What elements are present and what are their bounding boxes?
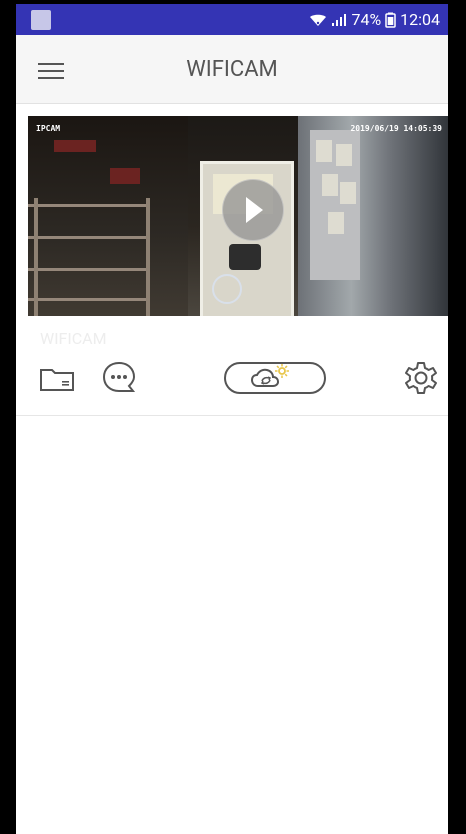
bulletin-board [310, 130, 360, 280]
signal-icon [332, 13, 347, 26]
cloud-button[interactable] [223, 357, 327, 399]
play-icon [246, 197, 263, 223]
red-box [54, 140, 96, 152]
phone-screen: 74% 12:04 WIFICAM IPCAM 2019/06/19 14:05… [16, 4, 448, 834]
camera-preview[interactable]: IPCAM 2019/06/19 14:05:39 [28, 116, 448, 316]
page-title: WIFICAM [186, 57, 278, 82]
files-button[interactable] [36, 357, 78, 399]
status-bar: 74% 12:04 [16, 4, 448, 35]
empty-content-area [16, 416, 448, 834]
camera-name: WIFICAM [40, 329, 107, 348]
chair [229, 244, 261, 270]
shelf-1 [28, 204, 148, 207]
room-right-wall [298, 116, 448, 316]
chat-icon [102, 361, 136, 392]
camera-toolbar [16, 357, 448, 413]
paper-note [328, 212, 344, 234]
battery-icon [385, 12, 396, 28]
red-box [110, 168, 140, 184]
shelf-2 [28, 236, 148, 239]
app-bar: WIFICAM [16, 35, 448, 104]
shelf-post [146, 198, 150, 316]
video-timestamp: 2019/06/19 14:05:39 [350, 124, 442, 133]
notification-icon [31, 10, 51, 30]
shelf-3 [28, 268, 148, 271]
cloud-weather-icon [224, 362, 326, 394]
paper-note [336, 144, 352, 166]
wifi-icon [310, 14, 327, 26]
shelf-4 [28, 298, 148, 301]
shelf-post [34, 198, 38, 316]
message-button[interactable] [98, 357, 140, 399]
play-button[interactable] [222, 179, 284, 241]
paper-note [340, 182, 356, 204]
settings-icon [405, 362, 437, 394]
paper-note [316, 140, 332, 162]
room-left-shelves [28, 116, 188, 316]
fan [212, 274, 242, 304]
paper-note [322, 174, 338, 196]
folder-icon [40, 369, 74, 391]
battery-percent: 74% [351, 10, 382, 29]
settings-button[interactable] [400, 357, 442, 399]
video-overlay-label: IPCAM [36, 124, 61, 133]
clock: 12:04 [400, 10, 440, 29]
status-right: 74% 12:04 [309, 10, 440, 29]
